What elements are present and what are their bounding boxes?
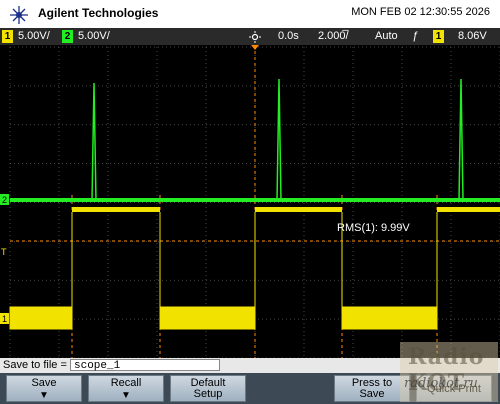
filename-input[interactable]: scope_1 <box>70 359 220 372</box>
ch1-scale[interactable]: 5.00V/ <box>18 30 50 42</box>
trigger-slope-icon: ƒ <box>412 30 419 42</box>
rms-measurement: RMS(1): 9.99V <box>337 222 410 234</box>
arrow-down-icon: ▼ <box>121 390 131 401</box>
ch2-indicator[interactable]: 2 <box>62 30 73 43</box>
ch2-marker-label: 2 <box>2 195 7 205</box>
waveform-display: 2 1 T RMS(1): 9.99V <box>0 45 500 358</box>
press-to-save-line2: Save <box>359 388 385 400</box>
trigger-mode[interactable]: Auto <box>375 30 398 42</box>
default-setup-line2: Setup <box>193 388 223 400</box>
default-setup-button[interactable]: Default Setup <box>170 375 246 402</box>
status-bar: 1 5.00V/ 2 5.00V/ 0.0s 2.000̅/ Auto ƒ 1 … <box>0 28 500 45</box>
timebase-value[interactable]: 2.000̅/ <box>318 30 349 42</box>
date-time: MON FEB 02 12:30:55 2026 <box>351 6 490 18</box>
title-bar: Agilent Technologies MON FEB 02 12:30:55… <box>0 0 500 28</box>
ch1-indicator[interactable]: 1 <box>2 30 13 43</box>
save-file-label: Save to file = <box>3 359 67 371</box>
brand-name: Agilent Technologies <box>38 6 159 20</box>
save-button-label: Save <box>31 377 57 389</box>
trigger-source[interactable]: 1 <box>433 30 444 43</box>
save-button[interactable]: Save ▼ <box>6 375 82 402</box>
recall-button[interactable]: Recall ▼ <box>88 375 164 402</box>
recall-button-label: Recall <box>110 377 142 389</box>
agilent-logo <box>10 6 28 24</box>
watermark-url: radiokot.ru <box>404 376 478 391</box>
trigger-position-marker <box>251 45 259 50</box>
watermark: Radio KOT radiokot.ru <box>400 342 498 402</box>
press-to-save-button[interactable]: Press to Save <box>334 375 410 402</box>
ch2-scale[interactable]: 5.00V/ <box>78 30 110 42</box>
trigger-level[interactable]: 8.06V <box>458 30 487 42</box>
delay-value[interactable]: 0.0s <box>278 30 299 42</box>
ch1-marker-label: 1 <box>2 314 7 324</box>
trigger-level-marker: T <box>1 247 7 257</box>
arrow-down-icon: ▼ <box>39 390 49 401</box>
ch1-waveform <box>9 207 500 330</box>
delay-icon <box>249 31 261 43</box>
